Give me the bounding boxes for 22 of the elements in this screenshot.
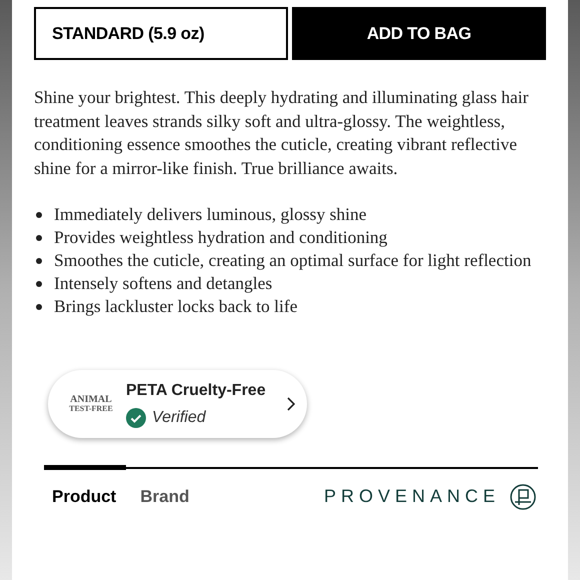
bullet-icon: [36, 281, 42, 287]
add-to-bag-button[interactable]: ADD TO BAG: [292, 7, 546, 60]
bullet-icon: [36, 304, 42, 310]
product-description: Shine your brightest. This deeply hydrating and illuminating glass hair treatment leaves strands silky soft and ultra-glossy. The weightless, conditioning essence smoothes the cuticle, creating vibrant reflective shine for a mirror-like finish. True brilliance awaits.: [34, 86, 530, 180]
benefit-item: Intensely softens and detangles: [54, 272, 272, 295]
verified-status: Verified: [152, 408, 206, 428]
certification-badge[interactable]: ANIMAL TEST-FREE PETA Cruelty-Free Verified: [48, 370, 307, 438]
tab[interactable]: Product: [52, 484, 116, 510]
size-selector[interactable]: STANDARD (5.9 oz): [34, 7, 288, 60]
bullet-icon: [36, 212, 42, 218]
provenance-logo-text: PROVENANCE: [324, 485, 500, 508]
animal-test-free-logo: ANIMAL TEST-FREE: [68, 395, 114, 413]
tab[interactable]: Brand: [140, 484, 190, 510]
benefit-item: Provides weightless hydration and conditioning: [54, 226, 388, 249]
flag-icon: [510, 484, 536, 510]
benefit-item: Immediately delivers luminous, glossy shine: [54, 203, 367, 226]
chevron-right-icon: [287, 397, 295, 411]
benefit-item: Smoothes the cuticle, creating an optimal surface for light reflection: [54, 249, 532, 272]
benefit-item: Brings lackluster locks back to life: [54, 295, 298, 318]
bullet-icon: [36, 258, 42, 264]
certification-title: PETA Cruelty-Free: [126, 380, 267, 400]
bullet-icon: [36, 235, 42, 241]
